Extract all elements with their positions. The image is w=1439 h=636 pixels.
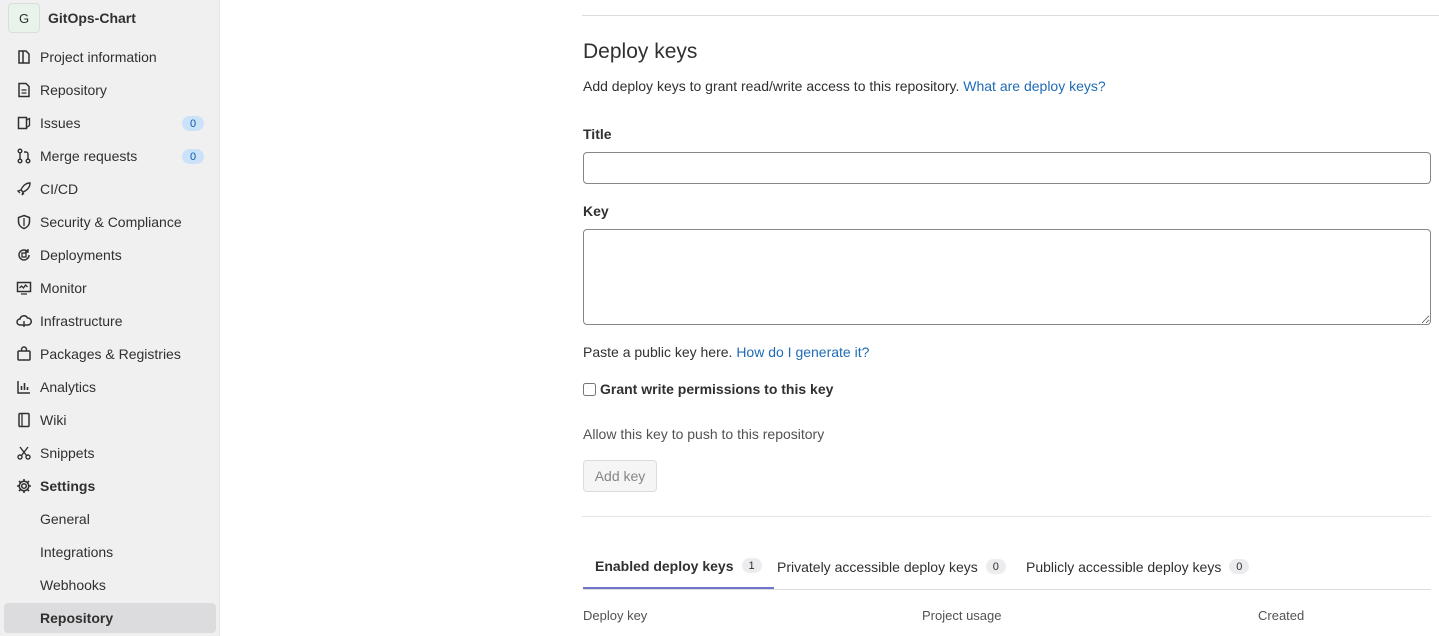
cloud-icon: [16, 313, 32, 329]
title-input[interactable]: [583, 152, 1431, 184]
tab-label: Publicly accessible deploy keys: [1026, 558, 1222, 575]
sidebar-item-monitor[interactable]: Monitor: [4, 273, 216, 303]
section-divider: [582, 516, 1431, 517]
column-header-project-usage: Project usage: [922, 608, 1002, 623]
tab-count-badge: 1: [741, 558, 762, 573]
sidebar-item-infrastructure[interactable]: Infrastructure: [4, 306, 216, 336]
description-text: Add deploy keys to grant read/write acce…: [583, 78, 960, 94]
grant-write-help: Allow this key to push to this repositor…: [583, 426, 825, 442]
sidebar-item-analytics[interactable]: Analytics: [4, 372, 216, 402]
project-avatar: G: [8, 3, 40, 33]
section-divider: [582, 15, 1439, 16]
sidebar-item-label: Analytics: [40, 379, 97, 395]
rocket-icon: [16, 181, 32, 197]
tab-enabled-deploy-keys[interactable]: Enabled deploy keys 1: [583, 544, 774, 589]
tab-publicly-accessible-deploy-keys[interactable]: Publicly accessible deploy keys 0: [1026, 544, 1250, 589]
sidebar-item-settings[interactable]: Settings: [4, 471, 216, 501]
sidebar-item-label: CI/CD: [40, 181, 79, 197]
key-textarea[interactable]: [583, 229, 1431, 325]
add-key-button[interactable]: Add key: [583, 460, 657, 492]
issues-icon: [16, 115, 32, 131]
sidebar-item-label: Merge requests: [40, 148, 138, 164]
sidebar-item-label: Repository: [40, 82, 107, 98]
project-icon: [16, 49, 32, 65]
column-header-deploy-key: Deploy key: [583, 608, 648, 623]
chart-icon: [16, 379, 32, 395]
shield-icon: [16, 214, 32, 230]
column-header-created: Created: [1258, 608, 1305, 623]
what-are-deploy-keys-link[interactable]: What are deploy keys?: [963, 78, 1105, 94]
sidebar-item-label: Infrastructure: [40, 313, 123, 329]
sidebar-item-label: Project information: [40, 49, 157, 65]
sidebar-item-security-compliance[interactable]: Security & Compliance: [4, 207, 216, 237]
tab-count-badge: 0: [1229, 559, 1250, 574]
sidebar-item-label: Wiki: [40, 412, 67, 428]
sidebar-subitem-integrations[interactable]: Integrations: [4, 537, 216, 567]
title-label: Title: [583, 126, 612, 142]
section-description: Add deploy keys to grant read/write acce…: [583, 78, 1106, 94]
project-name: GitOps-Chart: [48, 10, 136, 26]
sidebar-subitem-general[interactable]: General: [4, 504, 216, 534]
help-text: Paste a public key here.: [583, 344, 733, 360]
issues-count-badge: 0: [182, 116, 204, 131]
sidebar-item-packages-registries[interactable]: Packages & Registries: [4, 339, 216, 369]
tab-label: Privately accessible deploy keys: [777, 558, 978, 575]
sidebar-item-label: Monitor: [40, 280, 87, 296]
project-header[interactable]: G GitOps-Chart: [8, 3, 136, 33]
sidebar-item-label: Security & Compliance: [40, 214, 182, 230]
book-icon: [16, 412, 32, 428]
sidebar-item-wiki[interactable]: Wiki: [4, 405, 216, 435]
sidebar-subitem-webhooks[interactable]: Webhooks: [4, 570, 216, 600]
key-label: Key: [583, 203, 609, 219]
sidebar-item-repository[interactable]: Repository: [4, 75, 216, 105]
merge-requests-count-badge: 0: [182, 149, 204, 164]
grant-write-checkbox[interactable]: [583, 382, 596, 396]
tab-privately-accessible-deploy-keys[interactable]: Privately accessible deploy keys 0: [777, 544, 1006, 589]
sidebar-item-deployments[interactable]: Deployments: [4, 240, 216, 270]
sidebar: G GitOps-Chart Project information Repos…: [0, 0, 220, 636]
grant-write-row[interactable]: Grant write permissions to this key: [583, 381, 833, 397]
sidebar-item-merge-requests[interactable]: Merge requests 0: [4, 141, 216, 171]
sidebar-item-label: Deployments: [40, 247, 122, 263]
sidebar-item-label: Packages & Registries: [40, 346, 181, 362]
merge-request-icon: [16, 148, 32, 164]
key-help-text: Paste a public key here. How do I genera…: [583, 344, 869, 360]
tab-label: Enabled deploy keys: [595, 557, 734, 574]
tab-count-badge: 0: [985, 559, 1006, 574]
package-icon: [16, 346, 32, 362]
scissors-icon: [16, 445, 32, 461]
how-to-generate-link[interactable]: How do I generate it?: [736, 344, 869, 360]
page-title: Deploy keys: [583, 40, 698, 63]
sidebar-subitem-repository[interactable]: Repository: [4, 603, 216, 633]
gear-icon: [16, 478, 32, 494]
deploy-keys-tabs: Enabled deploy keys 1 Privately accessib…: [583, 544, 1431, 590]
deployments-icon: [16, 247, 32, 263]
sidebar-item-label: Issues: [40, 115, 81, 131]
sidebar-item-issues[interactable]: Issues 0: [4, 108, 216, 138]
grant-write-label: Grant write permissions to this key: [600, 381, 834, 397]
sidebar-item-label: Snippets: [40, 445, 95, 461]
repository-icon: [16, 82, 32, 98]
sidebar-item-snippets[interactable]: Snippets: [4, 438, 216, 468]
sidebar-item-ci-cd[interactable]: CI/CD: [4, 174, 216, 204]
sidebar-item-label: Settings: [40, 478, 96, 494]
monitor-icon: [16, 280, 32, 296]
sidebar-item-project-information[interactable]: Project information: [4, 42, 216, 72]
